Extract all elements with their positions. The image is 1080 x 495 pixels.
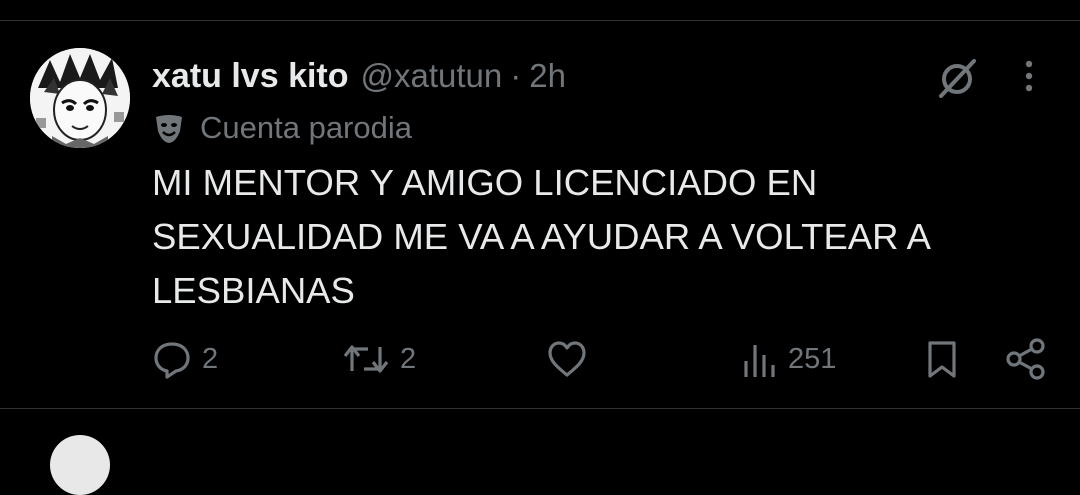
repost-button[interactable]: 2 [342,336,416,382]
grok-icon[interactable] [934,56,980,102]
parody-label: Cuenta parodia [200,110,412,145]
like-icon [546,339,588,379]
share-button[interactable] [1004,336,1048,382]
tweet-header: xatu lvs kito @xatutun · 2h [152,54,566,98]
avatar[interactable] [30,48,130,148]
repost-icon [342,339,390,379]
parody-mask-icon [152,111,186,145]
like-button[interactable] [546,336,588,382]
reply-icon [152,339,192,379]
bookmark-icon [924,339,960,379]
views-icon [742,339,778,379]
share-icon [1004,337,1048,381]
parody-label-row: Cuenta parodia [152,108,412,148]
next-tweet-avatar[interactable] [50,435,110,495]
author-name[interactable]: xatu lvs kito [152,57,349,96]
tweet-text-line: MI MENTOR Y AMIGO LICENCIADO EN [152,162,818,203]
tweet-text: MI MENTOR Y AMIGO LICENCIADO EN SEXUALID… [152,156,1052,318]
author-handle[interactable]: @xatutun [361,57,503,95]
views-count: 251 [788,342,837,375]
bottom-divider [0,408,1080,409]
tweet-text-line: SEXUALIDAD ME VA A AYUDAR A VOLTEAR A [152,216,931,257]
tweet-text-line: LESBIANAS [152,270,355,311]
reply-count: 2 [202,342,219,375]
more-icon[interactable] [1012,58,1046,98]
timestamp[interactable]: 2h [529,57,566,95]
top-divider [0,20,1080,21]
bookmark-button[interactable] [924,336,960,382]
repost-count: 2 [400,342,417,375]
reply-button[interactable]: 2 [152,336,218,382]
views-button[interactable]: 251 [742,336,836,382]
header-separator: · [510,57,522,94]
